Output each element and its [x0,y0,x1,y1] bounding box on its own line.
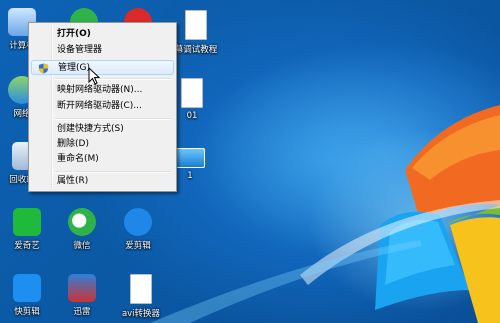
menu-item-delete[interactable]: 删除(D) [31,137,174,152]
desktop-icon-label: 迅雷 [73,307,91,317]
iqiyi-icon [13,208,41,236]
menu-item-label: 设备管理器 [57,45,103,55]
menu-separator [55,78,172,80]
aijianji-icon [124,208,152,236]
desktop-icon-label: 爱奇艺 [14,241,40,251]
menu-item-open[interactable]: 打开(O) [31,27,174,42]
wechat-icon [68,208,96,236]
document-icon [130,274,152,304]
xunlei-icon [68,274,96,302]
desktop-icon-kuaijianji[interactable]: 快剪辑 [5,274,49,317]
uac-shield-icon [38,63,49,74]
menu-item-label: 重命名(M) [57,154,99,164]
desktop-icon-tutorial-doc[interactable]: 幕调试教程 [172,10,220,55]
menu-item-label: 打开(O) [57,29,91,39]
desktop-icon-label: 快剪辑 [14,307,40,317]
menu-item-disconnect-network-drive[interactable]: 断开网络驱动器(C)... [31,99,174,114]
menu-item-label: 创建快捷方式(S) [57,124,124,134]
desktop-icon-aijianji[interactable]: 爱剪辑 [116,208,160,251]
menu-item-label: 删除(D) [57,139,89,149]
document-icon [181,78,203,108]
desktop-icon-avi-converter[interactable]: avi转换器 [116,274,166,319]
menu-item-manage[interactable]: 管理(G) [31,60,174,75]
desktop-icon-wechat[interactable]: 微信 [60,208,104,251]
desktop-icon-label: 幕调试教程 [174,45,218,55]
menu-separator [55,171,172,173]
menu-item-create-shortcut[interactable]: 创建快捷方式(S) [31,122,174,137]
mouse-cursor-icon [88,67,100,85]
menu-item-rename[interactable]: 重命名(M) [31,152,174,167]
menu-separator [55,118,172,120]
image-file-icon [175,148,205,168]
desktop-icon-xunlei[interactable]: 迅雷 [60,274,104,317]
kuaijianji-icon [13,274,41,302]
menu-item-label: 映射网络驱动器(N)... [57,85,143,95]
desktop-icon-label: 微信 [73,241,91,251]
desktop-icon-iqiyi[interactable]: 爱奇艺 [5,208,49,251]
menu-item-label: 管理(G) [58,63,90,73]
desktop-icon-label: 爱剪辑 [125,241,151,251]
menu-item-label: 断开网络驱动器(C)... [57,101,142,111]
context-menu: 打开(O) 设备管理器 管理(G) 映射网络驱动器(N)... 断开网络驱动器(… [28,22,177,192]
document-icon [185,10,207,40]
menu-item-label: 属性(R) [57,176,89,186]
menu-item-properties[interactable]: 属性(R) [31,174,174,189]
menu-item-map-network-drive[interactable]: 映射网络驱动器(N)... [31,83,174,98]
menu-item-device-manager[interactable]: 设备管理器 [31,43,174,58]
desktop-icon-label: avi转换器 [121,309,161,319]
